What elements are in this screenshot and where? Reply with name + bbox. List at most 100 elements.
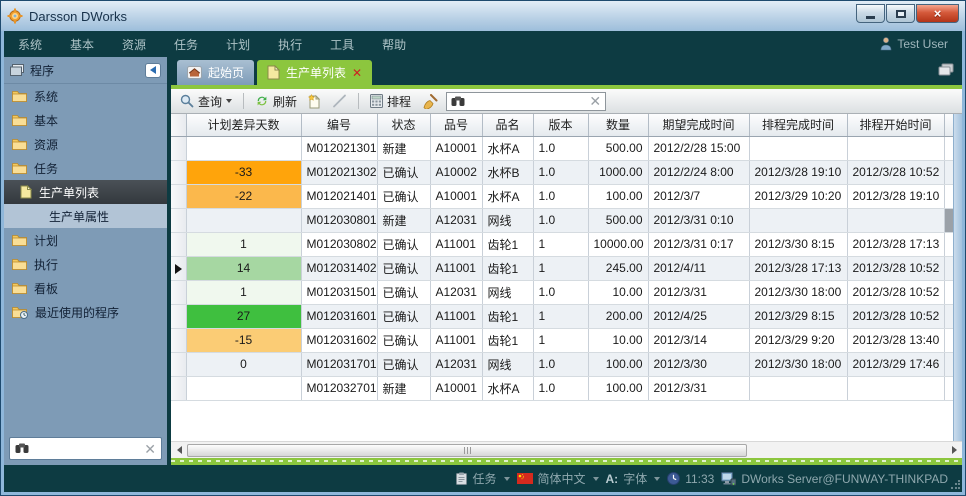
table-row[interactable]: M012030801新建A12031网线1.0500.002012/3/31 0… xyxy=(171,208,962,232)
sidebar-item-kanban[interactable]: 看板 xyxy=(4,276,167,300)
cell-code[interactable]: M012031402 xyxy=(301,256,377,280)
cell-item[interactable]: A11001 xyxy=(430,328,482,352)
cell-ver[interactable]: 1.0 xyxy=(533,160,588,184)
row-selector[interactable] xyxy=(171,208,186,232)
cell-qty[interactable]: 100.00 xyxy=(588,352,648,376)
cell-ver[interactable]: 1.0 xyxy=(533,184,588,208)
sidebar-item-execute[interactable]: 执行 xyxy=(4,252,167,276)
cell-diff[interactable]: 27 xyxy=(186,304,301,328)
sidebar-item-task[interactable]: 任务 xyxy=(4,156,167,180)
cell-end[interactable]: 2012/3/29 10:20 xyxy=(749,184,847,208)
column-header-5[interactable]: 版本 xyxy=(533,114,588,136)
cell-end[interactable]: 2012/3/30 8:15 xyxy=(749,232,847,256)
row-selector[interactable] xyxy=(171,232,186,256)
cell-qty[interactable]: 100.00 xyxy=(588,184,648,208)
row-selector[interactable] xyxy=(171,328,186,352)
clean-button[interactable] xyxy=(419,93,441,110)
cell-ver[interactable]: 1.0 xyxy=(533,376,588,400)
cell-status[interactable]: 新建 xyxy=(377,136,430,160)
menu-item-help[interactable]: 帮助 xyxy=(382,36,406,53)
cell-item[interactable]: A10002 xyxy=(430,160,482,184)
cell-ver[interactable]: 1 xyxy=(533,256,588,280)
clear-search-icon[interactable]: ✕ xyxy=(144,442,156,456)
row-selector[interactable] xyxy=(171,136,186,160)
cell-end[interactable]: 2012/3/30 18:00 xyxy=(749,352,847,376)
cell-diff[interactable]: 0 xyxy=(186,352,301,376)
column-header-8[interactable]: 排程完成时间 xyxy=(749,114,847,136)
table-row[interactable]: M012032701新建A10001水杯A1.0100.002012/3/31 xyxy=(171,376,962,400)
cell-start[interactable]: 2012/3/28 19:10 xyxy=(847,184,944,208)
cell-diff[interactable]: 1 xyxy=(186,280,301,304)
row-selector[interactable] xyxy=(171,280,186,304)
cell-due[interactable]: 2012/3/14 xyxy=(648,328,749,352)
row-selector[interactable] xyxy=(171,256,186,280)
cell-qty[interactable]: 10000.00 xyxy=(588,232,648,256)
query-button[interactable]: 查询 xyxy=(177,92,235,111)
table-row[interactable]: 14M012031402已确认A11001齿轮11245.002012/4/11… xyxy=(171,256,962,280)
cell-name[interactable]: 齿轮1 xyxy=(482,304,533,328)
menu-item-plan[interactable]: 计划 xyxy=(226,36,250,53)
cell-name[interactable]: 网线 xyxy=(482,352,533,376)
cell-diff[interactable]: -15 xyxy=(186,328,301,352)
sidebar-item-production-order-list[interactable]: 生产单列表 xyxy=(4,180,167,204)
cell-end[interactable]: 2012/3/28 19:10 xyxy=(749,160,847,184)
cell-status[interactable]: 已确认 xyxy=(377,256,430,280)
sidebar-collapse-button[interactable] xyxy=(145,63,161,78)
cell-code[interactable]: M012031602 xyxy=(301,328,377,352)
column-header-2[interactable]: 状态 xyxy=(377,114,430,136)
corner-header[interactable] xyxy=(171,114,186,136)
cell-code[interactable]: M012032701 xyxy=(301,376,377,400)
close-button[interactable]: × xyxy=(916,4,959,23)
row-selector[interactable] xyxy=(171,160,186,184)
cell-item[interactable]: A11001 xyxy=(430,232,482,256)
cell-code[interactable]: M012031701 xyxy=(301,352,377,376)
cell-item[interactable]: A12031 xyxy=(430,352,482,376)
cell-ver[interactable]: 1 xyxy=(533,328,588,352)
cell-end[interactable] xyxy=(749,136,847,160)
table-row[interactable]: 27M012031601已确认A11001齿轮11200.002012/4/25… xyxy=(171,304,962,328)
cell-due[interactable]: 2012/4/11 xyxy=(648,256,749,280)
cell-name[interactable]: 网线 xyxy=(482,208,533,232)
cell-start[interactable] xyxy=(847,376,944,400)
table-row[interactable]: 0M012031701已确认A12031网线1.0100.00 2012/3/30… xyxy=(171,352,962,376)
cell-ver[interactable]: 1.0 xyxy=(533,352,588,376)
sidebar-search-input[interactable] xyxy=(33,441,140,457)
cell-start[interactable]: 2012/3/28 10:52 xyxy=(847,160,944,184)
row-selector[interactable] xyxy=(171,352,186,376)
edit-button[interactable] xyxy=(329,93,350,109)
cell-diff[interactable]: 14 xyxy=(186,256,301,280)
cell-item[interactable]: A12031 xyxy=(430,280,482,304)
cell-code[interactable]: M012021301 xyxy=(301,136,377,160)
status-server[interactable]: DWorks Server@FUNWAY-THINKPAD xyxy=(721,472,948,486)
sidebar-item-plan[interactable]: 计划 xyxy=(4,228,167,252)
cell-name[interactable]: 水杯A xyxy=(482,136,533,160)
cell-qty[interactable]: 500.00 xyxy=(588,136,648,160)
cell-status[interactable]: 已确认 xyxy=(377,160,430,184)
column-header-1[interactable]: 编号 xyxy=(301,114,377,136)
cell-due[interactable]: 2012/3/31 xyxy=(648,280,749,304)
cell-due[interactable]: 2012/2/24 8:00 xyxy=(648,160,749,184)
cell-item[interactable]: A11001 xyxy=(430,304,482,328)
minimize-button[interactable] xyxy=(856,4,885,23)
cell-code[interactable]: M012030802 xyxy=(301,232,377,256)
column-header-3[interactable]: 品号 xyxy=(430,114,482,136)
cell-due[interactable]: 2012/3/31 0:10 xyxy=(648,208,749,232)
row-selector[interactable] xyxy=(171,184,186,208)
cell-name[interactable]: 齿轮1 xyxy=(482,256,533,280)
cell-status[interactable]: 已确认 xyxy=(377,184,430,208)
new-button[interactable] xyxy=(305,93,324,110)
cell-qty[interactable]: 1000.00 xyxy=(588,160,648,184)
cell-start[interactable]: 2012/3/28 10:52 xyxy=(847,280,944,304)
cell-qty[interactable]: 200.00 xyxy=(588,304,648,328)
cell-end[interactable] xyxy=(749,376,847,400)
cell-start[interactable] xyxy=(847,136,944,160)
cell-name[interactable]: 齿轮1 xyxy=(482,232,533,256)
column-header-9[interactable]: 排程开始时间 xyxy=(847,114,944,136)
row-selector[interactable] xyxy=(171,376,186,400)
cell-diff[interactable]: 1 xyxy=(186,232,301,256)
vertical-scrollbar[interactable] xyxy=(953,114,962,441)
cell-ver[interactable]: 1 xyxy=(533,304,588,328)
cell-status[interactable]: 已确认 xyxy=(377,352,430,376)
cell-start[interactable]: 2012/3/28 10:52 xyxy=(847,256,944,280)
cell-status[interactable]: 已确认 xyxy=(377,304,430,328)
